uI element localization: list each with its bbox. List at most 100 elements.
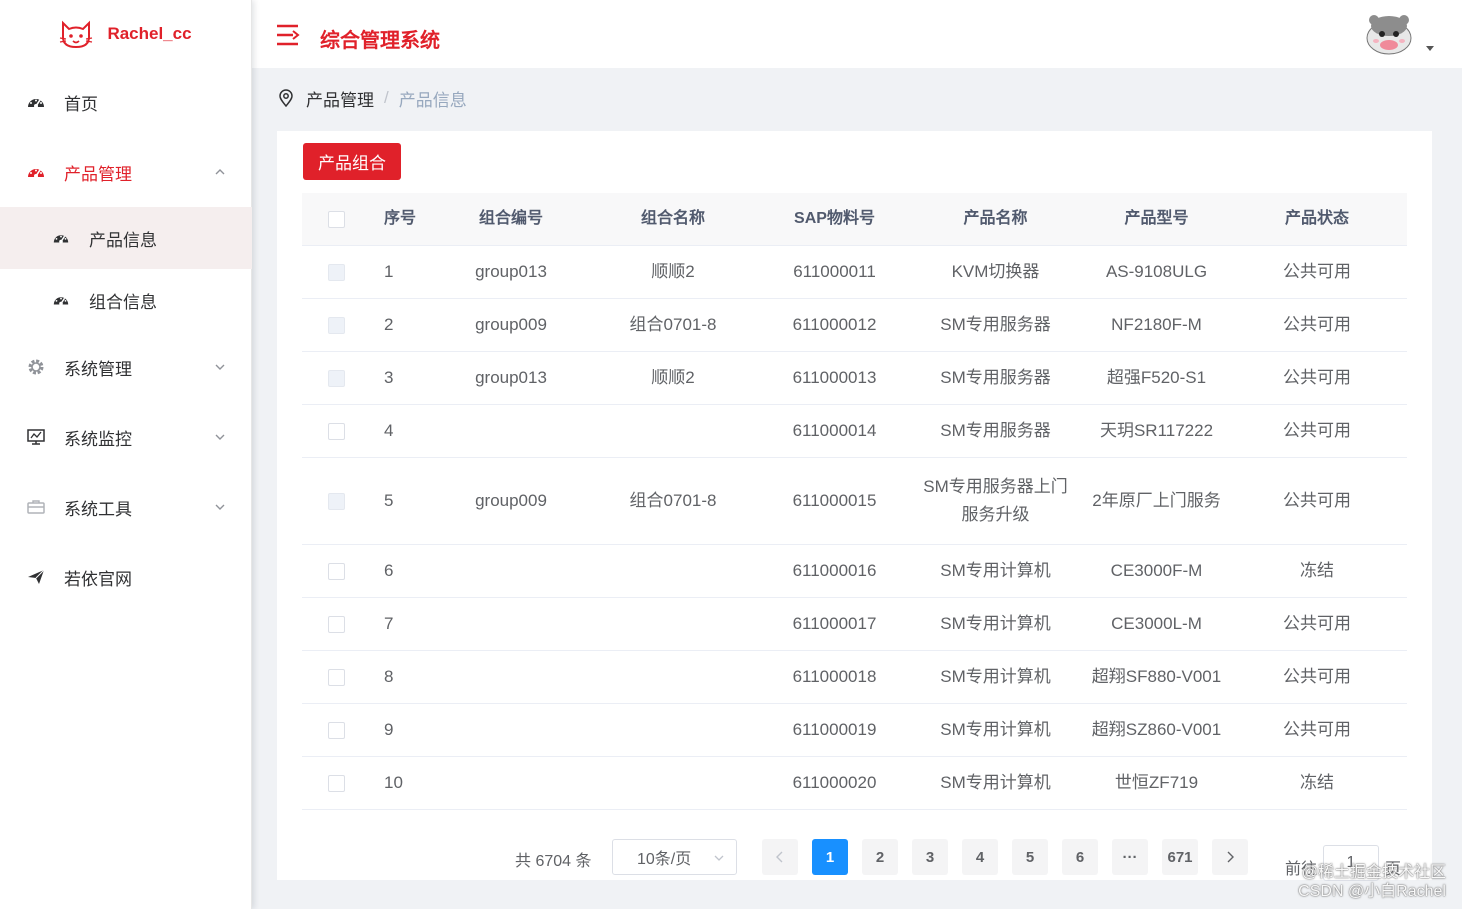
table-cell: 1 bbox=[384, 262, 394, 281]
table-row[interactable]: 1 group013 顺顺2 611000011 KVM切换器 AS-9108ULG 公共可… bbox=[302, 246, 1407, 299]
hamster-avatar[interactable] bbox=[1364, 12, 1414, 56]
sidebar: Rachel_cc 首页 产品管理 产品信息 组合信息 系统管理 系统监控 系统… bbox=[0, 0, 252, 909]
sidebar-item-official-site[interactable]: 若依官网 bbox=[0, 549, 252, 605]
watermark-line: @稀土掘金技术社区 bbox=[1301, 864, 1446, 881]
table-cell: 611000014 bbox=[792, 421, 877, 440]
column-header: 序号 bbox=[384, 210, 417, 227]
breadcrumb-item-product-management[interactable]: 产品管理 bbox=[306, 86, 374, 111]
row-checkbox[interactable] bbox=[327, 668, 345, 686]
page-ellipsis-button[interactable]: ··· bbox=[1112, 839, 1148, 875]
sidebar-item-home[interactable]: 首页 bbox=[0, 74, 252, 130]
table-row[interactable]: 8 611000018 SM专用计算机 超翔SF880-V001 公共可用 bbox=[302, 651, 1407, 704]
row-select-cell bbox=[302, 422, 370, 440]
watermark: @稀土掘金技术社区 CSDN @小白Rachel bbox=[1298, 863, 1446, 901]
product-combo-button[interactable]: 产品组合 bbox=[303, 143, 401, 180]
table-cell: 8 bbox=[384, 667, 394, 686]
table-cell: 6 bbox=[384, 561, 394, 580]
page-number-button[interactable]: 6 bbox=[1062, 839, 1098, 875]
row-checkbox[interactable] bbox=[327, 492, 345, 510]
chevron-down-icon bbox=[714, 855, 724, 861]
row-select-cell bbox=[302, 615, 370, 633]
sidebar-item-label: 系统监控 bbox=[64, 429, 132, 449]
chevron-down-icon bbox=[215, 364, 225, 370]
paper-plane-icon bbox=[28, 569, 45, 584]
table-cell: 5 bbox=[384, 491, 394, 510]
table-cell: group009 bbox=[475, 315, 547, 334]
prev-page-button[interactable] bbox=[762, 839, 798, 875]
column-header: 组合名称 bbox=[640, 210, 705, 227]
chevron-down-icon bbox=[215, 434, 225, 440]
table-row[interactable]: 2 group009 组合0701-8 611000012 SM专用服务器 NF2180F… bbox=[302, 299, 1407, 352]
table-cell: 冻结 bbox=[1300, 773, 1334, 792]
table-cell: SM专用计算机 bbox=[940, 667, 1051, 686]
breadcrumb-separator: / bbox=[384, 88, 389, 107]
table-row[interactable]: 7 611000017 SM专用计算机 CE3000L-M 公共可用 bbox=[302, 598, 1407, 651]
row-checkbox[interactable] bbox=[327, 721, 345, 739]
page-size-select[interactable]: 10条/页 bbox=[612, 839, 737, 875]
page-number-button[interactable]: 1 bbox=[812, 839, 848, 875]
table-cell: 超强F520-S1 bbox=[1106, 368, 1207, 387]
row-checkbox[interactable] bbox=[327, 615, 345, 633]
table-cell: 公共可用 bbox=[1283, 614, 1351, 633]
table-row[interactable]: 6 611000016 SM专用计算机 CE3000F-M 冻结 bbox=[302, 545, 1407, 598]
page-number-button[interactable]: 671 bbox=[1162, 839, 1198, 875]
row-checkbox[interactable] bbox=[327, 316, 345, 334]
content-card: 产品组合 序号 组合编号 组合名称 SAP物料号 产品名称 产品型号 产品状态 … bbox=[277, 131, 1432, 881]
table-cell: 超翔SF880-V001 bbox=[1091, 667, 1222, 686]
location-pin-icon bbox=[279, 89, 293, 107]
table-row[interactable]: 5 group009 组合0701-8 611000015 SM专用服务器上门服务升级 2… bbox=[302, 458, 1407, 545]
table-row[interactable]: 10 611000020 SM专用计算机 世恒ZF719 冻结 bbox=[302, 757, 1407, 810]
sidebar-item-system-management[interactable]: 系统管理 bbox=[0, 339, 252, 395]
row-select-cell bbox=[302, 721, 370, 739]
chevron-right-icon bbox=[1227, 851, 1234, 863]
dashboard-icon bbox=[53, 235, 69, 244]
row-checkbox[interactable] bbox=[327, 369, 345, 387]
sidebar-item-label: 系统管理 bbox=[64, 359, 132, 379]
sidebar-item-product-management[interactable]: 产品管理 bbox=[0, 144, 252, 200]
table-cell: CE3000F-M bbox=[1110, 561, 1203, 580]
sidebar-item-system-tools[interactable]: 系统工具 bbox=[0, 479, 252, 535]
hamburger-icon[interactable] bbox=[276, 24, 300, 46]
table-cell: 611000013 bbox=[792, 368, 877, 387]
table-cell: 611000017 bbox=[792, 614, 877, 633]
table-cell: 公共可用 bbox=[1283, 368, 1351, 387]
table-cell: SM专用计算机 bbox=[940, 561, 1051, 580]
table-cell: 超翔SZ860-V001 bbox=[1091, 720, 1222, 739]
gear-icon bbox=[28, 359, 44, 375]
table-row[interactable]: 4 611000014 SM专用服务器 天玥SR117222 公共可用 bbox=[302, 405, 1407, 458]
table-cell: SM专用服务器 bbox=[940, 421, 1051, 440]
product-table: 序号 组合编号 组合名称 SAP物料号 产品名称 产品型号 产品状态 1 grou… bbox=[302, 193, 1407, 810]
row-checkbox[interactable] bbox=[327, 422, 345, 440]
page-number-button[interactable]: 3 bbox=[912, 839, 948, 875]
next-page-button[interactable] bbox=[1212, 839, 1248, 875]
row-checkbox[interactable] bbox=[327, 562, 345, 580]
page-number-button[interactable]: 4 bbox=[962, 839, 998, 875]
table-cell: 顺顺2 bbox=[651, 262, 695, 281]
row-checkbox[interactable] bbox=[327, 263, 345, 281]
sidebar-subitem-combo-info[interactable]: 组合信息 bbox=[0, 269, 252, 331]
table-header: 序号 组合编号 组合名称 SAP物料号 产品名称 产品型号 产品状态 bbox=[302, 193, 1407, 246]
row-checkbox[interactable] bbox=[327, 774, 345, 792]
row-select-cell bbox=[302, 668, 370, 686]
table-cell: 公共可用 bbox=[1283, 720, 1351, 739]
sidebar-subitem-product-info[interactable]: 产品信息 bbox=[0, 207, 252, 269]
table-cell: SM专用服务器上门服务升级 bbox=[923, 477, 1068, 524]
logo[interactable]: Rachel_cc bbox=[0, 0, 251, 68]
table-cell: 公共可用 bbox=[1283, 421, 1351, 440]
sidebar-item-label: 首页 bbox=[64, 94, 98, 114]
row-select-cell bbox=[302, 316, 370, 334]
table-row[interactable]: 9 611000019 SM专用计算机 超翔SZ860-V001 公共可用 bbox=[302, 704, 1407, 757]
caret-down-icon[interactable] bbox=[1426, 46, 1434, 51]
table-row[interactable]: 3 group013 顺顺2 611000013 SM专用服务器 超强F520-S1 公共可… bbox=[302, 352, 1407, 405]
page-number-button[interactable]: 5 bbox=[1012, 839, 1048, 875]
select-all-checkbox[interactable] bbox=[327, 210, 345, 228]
page-size-value: 10条/页 bbox=[637, 851, 692, 868]
table-cell: 7 bbox=[384, 614, 394, 633]
table-cell: 611000018 bbox=[792, 667, 877, 686]
table-body: 1 group013 顺顺2 611000011 KVM切换器 AS-9108ULG 公共可… bbox=[302, 246, 1407, 810]
sidebar-item-label: 组合信息 bbox=[89, 292, 157, 312]
table-cell: 3 bbox=[384, 368, 394, 387]
page-number-button[interactable]: 2 bbox=[862, 839, 898, 875]
table-cell: SM专用计算机 bbox=[940, 720, 1051, 739]
sidebar-item-system-monitor[interactable]: 系统监控 bbox=[0, 409, 252, 465]
